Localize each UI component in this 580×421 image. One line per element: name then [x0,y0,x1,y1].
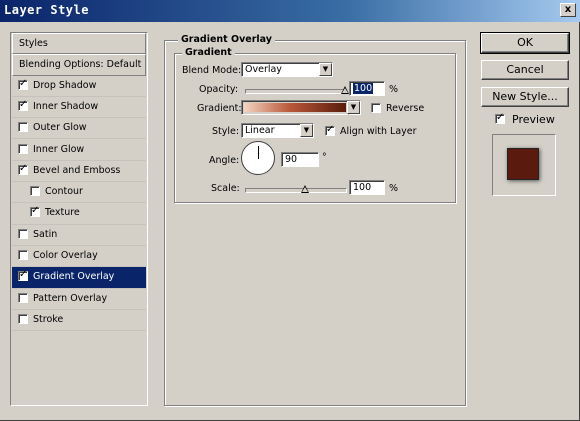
opacity-slider-thumb[interactable] [341,86,349,94]
reverse-label: Reverse [386,103,425,114]
scale-label: Scale: [211,183,240,194]
sidebar-checkbox[interactable] [18,292,28,303]
panel-title: Gradient Overlay [178,34,275,45]
gradient-dropdown[interactable]: ▼ [347,100,361,115]
angle-label: Angle: [209,155,240,166]
sidebar-item-color-overlay[interactable]: Color Overlay [12,246,146,268]
new-style-label: New Style... [492,90,558,103]
window-title: Layer Style [4,3,89,17]
sidebar-checkbox[interactable] [18,313,28,324]
chevron-down-icon[interactable]: ▼ [300,124,313,137]
opacity-input[interactable]: 100 [349,81,385,96]
style-label: Style: [212,126,240,137]
opacity-unit: % [389,84,399,95]
sidebar-checkbox[interactable] [18,122,28,133]
sidebar-checkbox[interactable]: ✓ [18,269,28,282]
layer-style-dialog: Layer Style x Styles Blending Options: De… [0,0,580,421]
sidebar-checkbox[interactable] [18,228,28,239]
sidebar-item-label: Inner Glow [33,143,85,155]
check-icon: ✓ [326,124,335,135]
sidebar-item-label: Styles [19,38,48,49]
sidebar-item-texture[interactable]: ✓ Texture [12,203,146,225]
blend-mode-label: Blend Mode: [182,65,242,76]
scale-value: 100 [353,182,372,193]
scale-input[interactable]: 100 [349,180,385,195]
sidebar-item-satin[interactable]: Satin [12,225,146,246]
align-with-layer-label: Align with Layer [340,126,417,137]
blend-mode-select[interactable]: Overlay ▼ [241,62,333,77]
sidebar-item-label: Contour [45,186,83,198]
check-icon: ✓ [31,205,40,217]
chevron-down-icon[interactable]: ▼ [347,101,360,114]
check-icon: ✓ [496,112,505,123]
opacity-label: Opacity: [199,84,239,95]
check-icon: ✓ [19,162,28,174]
sidebar-item-label: Outer Glow [33,122,87,134]
sidebar-item-pattern-overlay[interactable]: Pattern Overlay [12,289,146,310]
sidebar-item-bevel-and-emboss[interactable]: ✓ Bevel and Emboss [12,161,146,183]
sidebar-item-inner-glow[interactable]: Inner Glow [12,140,146,161]
opacity-value: 100 [353,83,374,94]
style-value: Linear [245,125,275,136]
gradient-picker[interactable] [241,100,349,115]
check-icon: ✓ [19,77,28,89]
angle-value: 90 [285,154,298,165]
close-icon: x [564,4,572,15]
sidebar-item-styles[interactable]: Styles [12,33,146,55]
scale-slider-thumb[interactable] [301,185,309,193]
scale-unit: % [389,183,399,194]
sidebar-checkbox[interactable]: ✓ [30,205,40,218]
gradient-label: Gradient: [197,103,242,114]
new-style-button[interactable]: New Style... [481,87,569,107]
check-icon: ✓ [19,98,28,110]
sidebar-item-label: Satin [33,228,58,240]
sidebar-checkbox[interactable]: ✓ [18,77,28,90]
sidebar-item-label: Bevel and Emboss [33,164,121,176]
close-button[interactable]: x [560,3,576,17]
sidebar-item-blending-options-default[interactable]: Blending Options: Default [12,54,146,76]
preview-checkbox[interactable]: ✓ [495,112,505,124]
sidebar-checkbox[interactable] [18,143,28,154]
sidebar-item-label: Texture [45,207,80,219]
sidebar-item-label: Color Overlay [33,250,98,261]
gradient-group-title: Gradient [182,47,235,58]
sidebar-checkbox[interactable]: ✓ [18,98,28,111]
sidebar-item-outer-glow[interactable]: Outer Glow [12,118,146,140]
title-bar[interactable]: Layer Style x [0,0,580,22]
sidebar-item-label: Drop Shadow [33,79,97,91]
chevron-down-icon[interactable]: ▼ [319,63,332,76]
sidebar-item-drop-shadow[interactable]: ✓ Drop Shadow [12,76,146,97]
sidebar-item-label: Inner Shadow [33,100,99,112]
sidebar-item-label: Stroke [33,313,64,325]
sidebar-checkbox[interactable] [18,250,28,260]
sidebar-item-inner-shadow[interactable]: ✓ Inner Shadow [12,97,146,119]
sidebar-item-label: Gradient Overlay [33,271,115,283]
angle-input[interactable]: 90 [281,152,319,167]
preview-label: Preview [512,113,555,126]
check-icon: ✓ [19,269,28,281]
sidebar-item-label: Blending Options: Default [19,59,142,71]
scale-slider[interactable] [245,188,347,193]
style-select[interactable]: Linear ▼ [241,123,314,138]
opacity-slider[interactable] [245,89,347,94]
preview-swatch [507,148,539,180]
sidebar-checkbox[interactable] [30,186,40,197]
ok-button[interactable]: OK [480,32,570,54]
sidebar-item-gradient-overlay[interactable]: ✓ Gradient Overlay [12,267,146,289]
angle-dial[interactable] [241,141,275,175]
align-with-layer-checkbox[interactable]: ✓ [325,124,335,136]
styles-list: Styles Blending Options: Default ✓ Drop Sha… [10,32,148,406]
gradient-preview [244,103,346,112]
angle-needle [258,146,259,159]
blend-mode-value: Overlay [245,64,282,75]
angle-unit: ° [322,152,327,163]
sidebar-item-label: Pattern Overlay [33,292,108,304]
sidebar-item-stroke[interactable]: Stroke [12,310,146,332]
sidebar-item-contour[interactable]: Contour [12,182,146,204]
sidebar-checkbox[interactable]: ✓ [18,162,28,175]
reverse-checkbox[interactable] [371,103,381,113]
style-preview [492,134,556,196]
cancel-button[interactable]: Cancel [481,60,569,80]
